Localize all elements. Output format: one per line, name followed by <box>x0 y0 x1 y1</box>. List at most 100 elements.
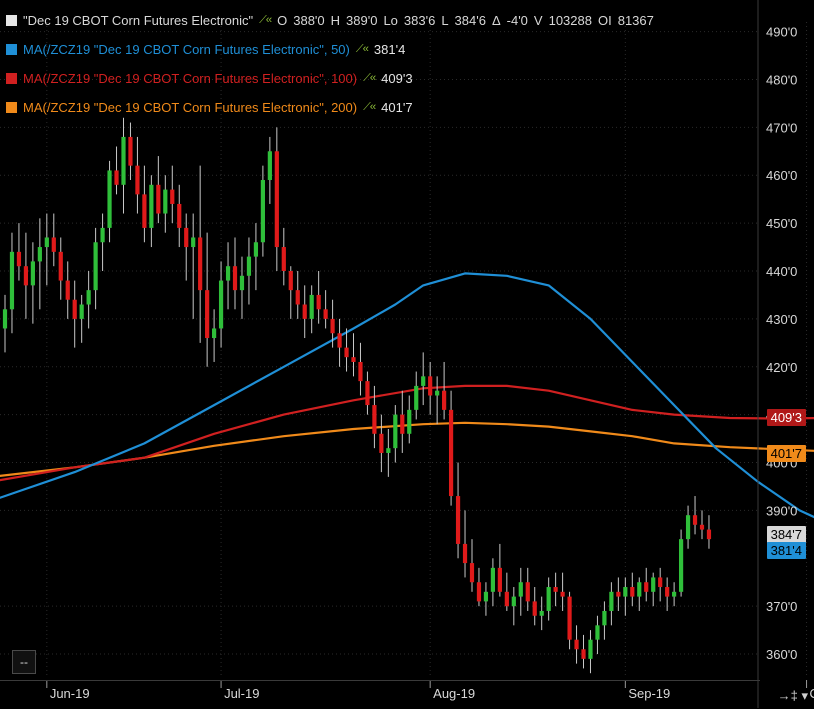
candle-up <box>100 227 105 243</box>
candle-down <box>198 237 203 291</box>
candle-down <box>330 318 335 334</box>
candle-down <box>365 381 370 406</box>
y-tick-label: 460'0 <box>766 168 797 183</box>
ma50-value: 381'4 <box>373 42 406 57</box>
ma50-name: MA(/ZCZ19 "Dec 19 CBOT Corn Futures Elec… <box>23 42 350 57</box>
candle-down <box>281 247 286 271</box>
candle-down <box>156 184 161 214</box>
candle-up <box>9 251 15 310</box>
candle-up <box>37 247 42 262</box>
y-tick-label: 490'0 <box>766 25 797 40</box>
ma50-swatch <box>6 44 17 55</box>
ma100-style-icon[interactable]: ⟋‹‹ <box>363 64 376 93</box>
legend-ma200-row: MA(/ZCZ19 "Dec 19 CBOT Corn Futures Elec… <box>6 93 654 122</box>
candle-down <box>630 587 635 597</box>
y-tick-label: 450'0 <box>766 216 797 231</box>
candle-down <box>455 496 461 544</box>
candle-up <box>163 189 168 214</box>
candle-up <box>260 180 265 243</box>
candle-up <box>518 582 523 597</box>
candle-down <box>448 409 454 497</box>
y-tick-label: 360'0 <box>766 647 797 662</box>
ma200-name: MA(/ZCZ19 "Dec 19 CBOT Corn Futures Elec… <box>23 100 358 115</box>
y-tick-label: 430'0 <box>766 312 797 327</box>
candle-down <box>532 601 537 616</box>
candle-up <box>435 390 440 396</box>
chart-area[interactable]: 490'0 480'0 470'0 460'0 450'0 440'0 430'0 420'0… <box>0 0 814 708</box>
candle-up <box>107 170 112 228</box>
y-axis: 490'0 480'0 470'0 460'0 450'0 440'0 430'0 420'0… <box>757 0 797 708</box>
legend-ma50-row: MA(/ZCZ19 "Dec 19 CBOT Corn Futures Elec… <box>6 35 654 64</box>
candle-up <box>93 242 98 291</box>
price-tag: 384'7 <box>766 525 806 543</box>
candle-up <box>246 256 252 276</box>
candle-up <box>86 290 91 305</box>
quote-volume-label: V <box>533 13 543 28</box>
candle-down <box>51 237 56 252</box>
y-tick-label: 480'0 <box>766 72 797 87</box>
candle-down <box>58 251 63 281</box>
candle-down <box>469 563 475 583</box>
candle-down <box>128 136 133 166</box>
candle-down <box>358 361 363 382</box>
ma50-style-icon[interactable]: ⟋‹‹ <box>356 35 369 64</box>
candle-up <box>637 582 642 597</box>
candle-down <box>706 529 712 540</box>
candle-up <box>483 591 489 602</box>
ma50-line <box>0 272 814 519</box>
candle-down <box>323 309 328 319</box>
ma200-value: 401'7 <box>381 100 413 115</box>
candle-up <box>609 591 614 611</box>
ma200-style-icon[interactable]: ⟋‹‹ <box>363 93 376 122</box>
instrument-name: "Dec 19 CBOT Corn Futures Electronic" <box>23 13 254 28</box>
candle-down <box>372 405 377 434</box>
quote-last: 384'6 <box>454 13 486 28</box>
ma100-swatch <box>6 73 17 84</box>
candle-down <box>567 596 572 640</box>
candle-down <box>644 582 649 592</box>
candle-down <box>170 189 175 204</box>
axis-settings-icon[interactable]: →‡ ▾ <box>778 688 808 704</box>
candle-down <box>428 376 433 396</box>
quote-low: 383'6 <box>403 13 436 28</box>
quote-oi-label: OI <box>597 13 612 28</box>
candle-up <box>602 610 607 626</box>
ma200-line <box>0 421 814 477</box>
candle-down <box>274 151 279 248</box>
candle-up <box>309 294 314 319</box>
candle-down <box>316 294 321 310</box>
candle-up <box>421 376 426 386</box>
candle-up <box>191 237 196 248</box>
candle-down <box>442 390 447 410</box>
chart-style-icon[interactable]: ⟋‹‹ <box>259 6 272 35</box>
candle-up <box>253 242 259 257</box>
candle-down <box>616 591 621 597</box>
candle-down <box>400 414 405 434</box>
candle-down <box>232 266 238 291</box>
candle-up <box>386 448 391 453</box>
quote-open-label: O <box>277 13 288 28</box>
candle-down <box>205 290 210 339</box>
candle-up <box>546 587 551 611</box>
candle-down <box>658 577 663 588</box>
candle-down <box>337 333 342 348</box>
moving-average-lines <box>0 272 814 519</box>
candle-up <box>672 591 677 597</box>
candle-down <box>497 567 502 592</box>
candle-down <box>560 591 565 597</box>
candle-down <box>351 357 356 362</box>
candle-down <box>16 251 22 267</box>
candle-up <box>44 237 49 248</box>
ma100-name: MA(/ZCZ19 "Dec 19 CBOT Corn Futures Elec… <box>23 71 358 86</box>
candle-down <box>379 433 384 453</box>
legend: "Dec 19 CBOT Corn Futures Electronic" ⟋‹… <box>6 6 654 122</box>
y-tick-label: 440'0 <box>766 264 797 279</box>
candle-up <box>511 596 516 607</box>
candle-down <box>142 194 147 228</box>
candle-down <box>23 266 29 286</box>
y-tick-label: 390'0 <box>766 503 797 518</box>
ma200-swatch <box>6 102 17 113</box>
x-axis-bar <box>0 680 760 709</box>
candle-down <box>295 290 300 305</box>
chart-nav-button[interactable]: -- <box>12 650 36 674</box>
